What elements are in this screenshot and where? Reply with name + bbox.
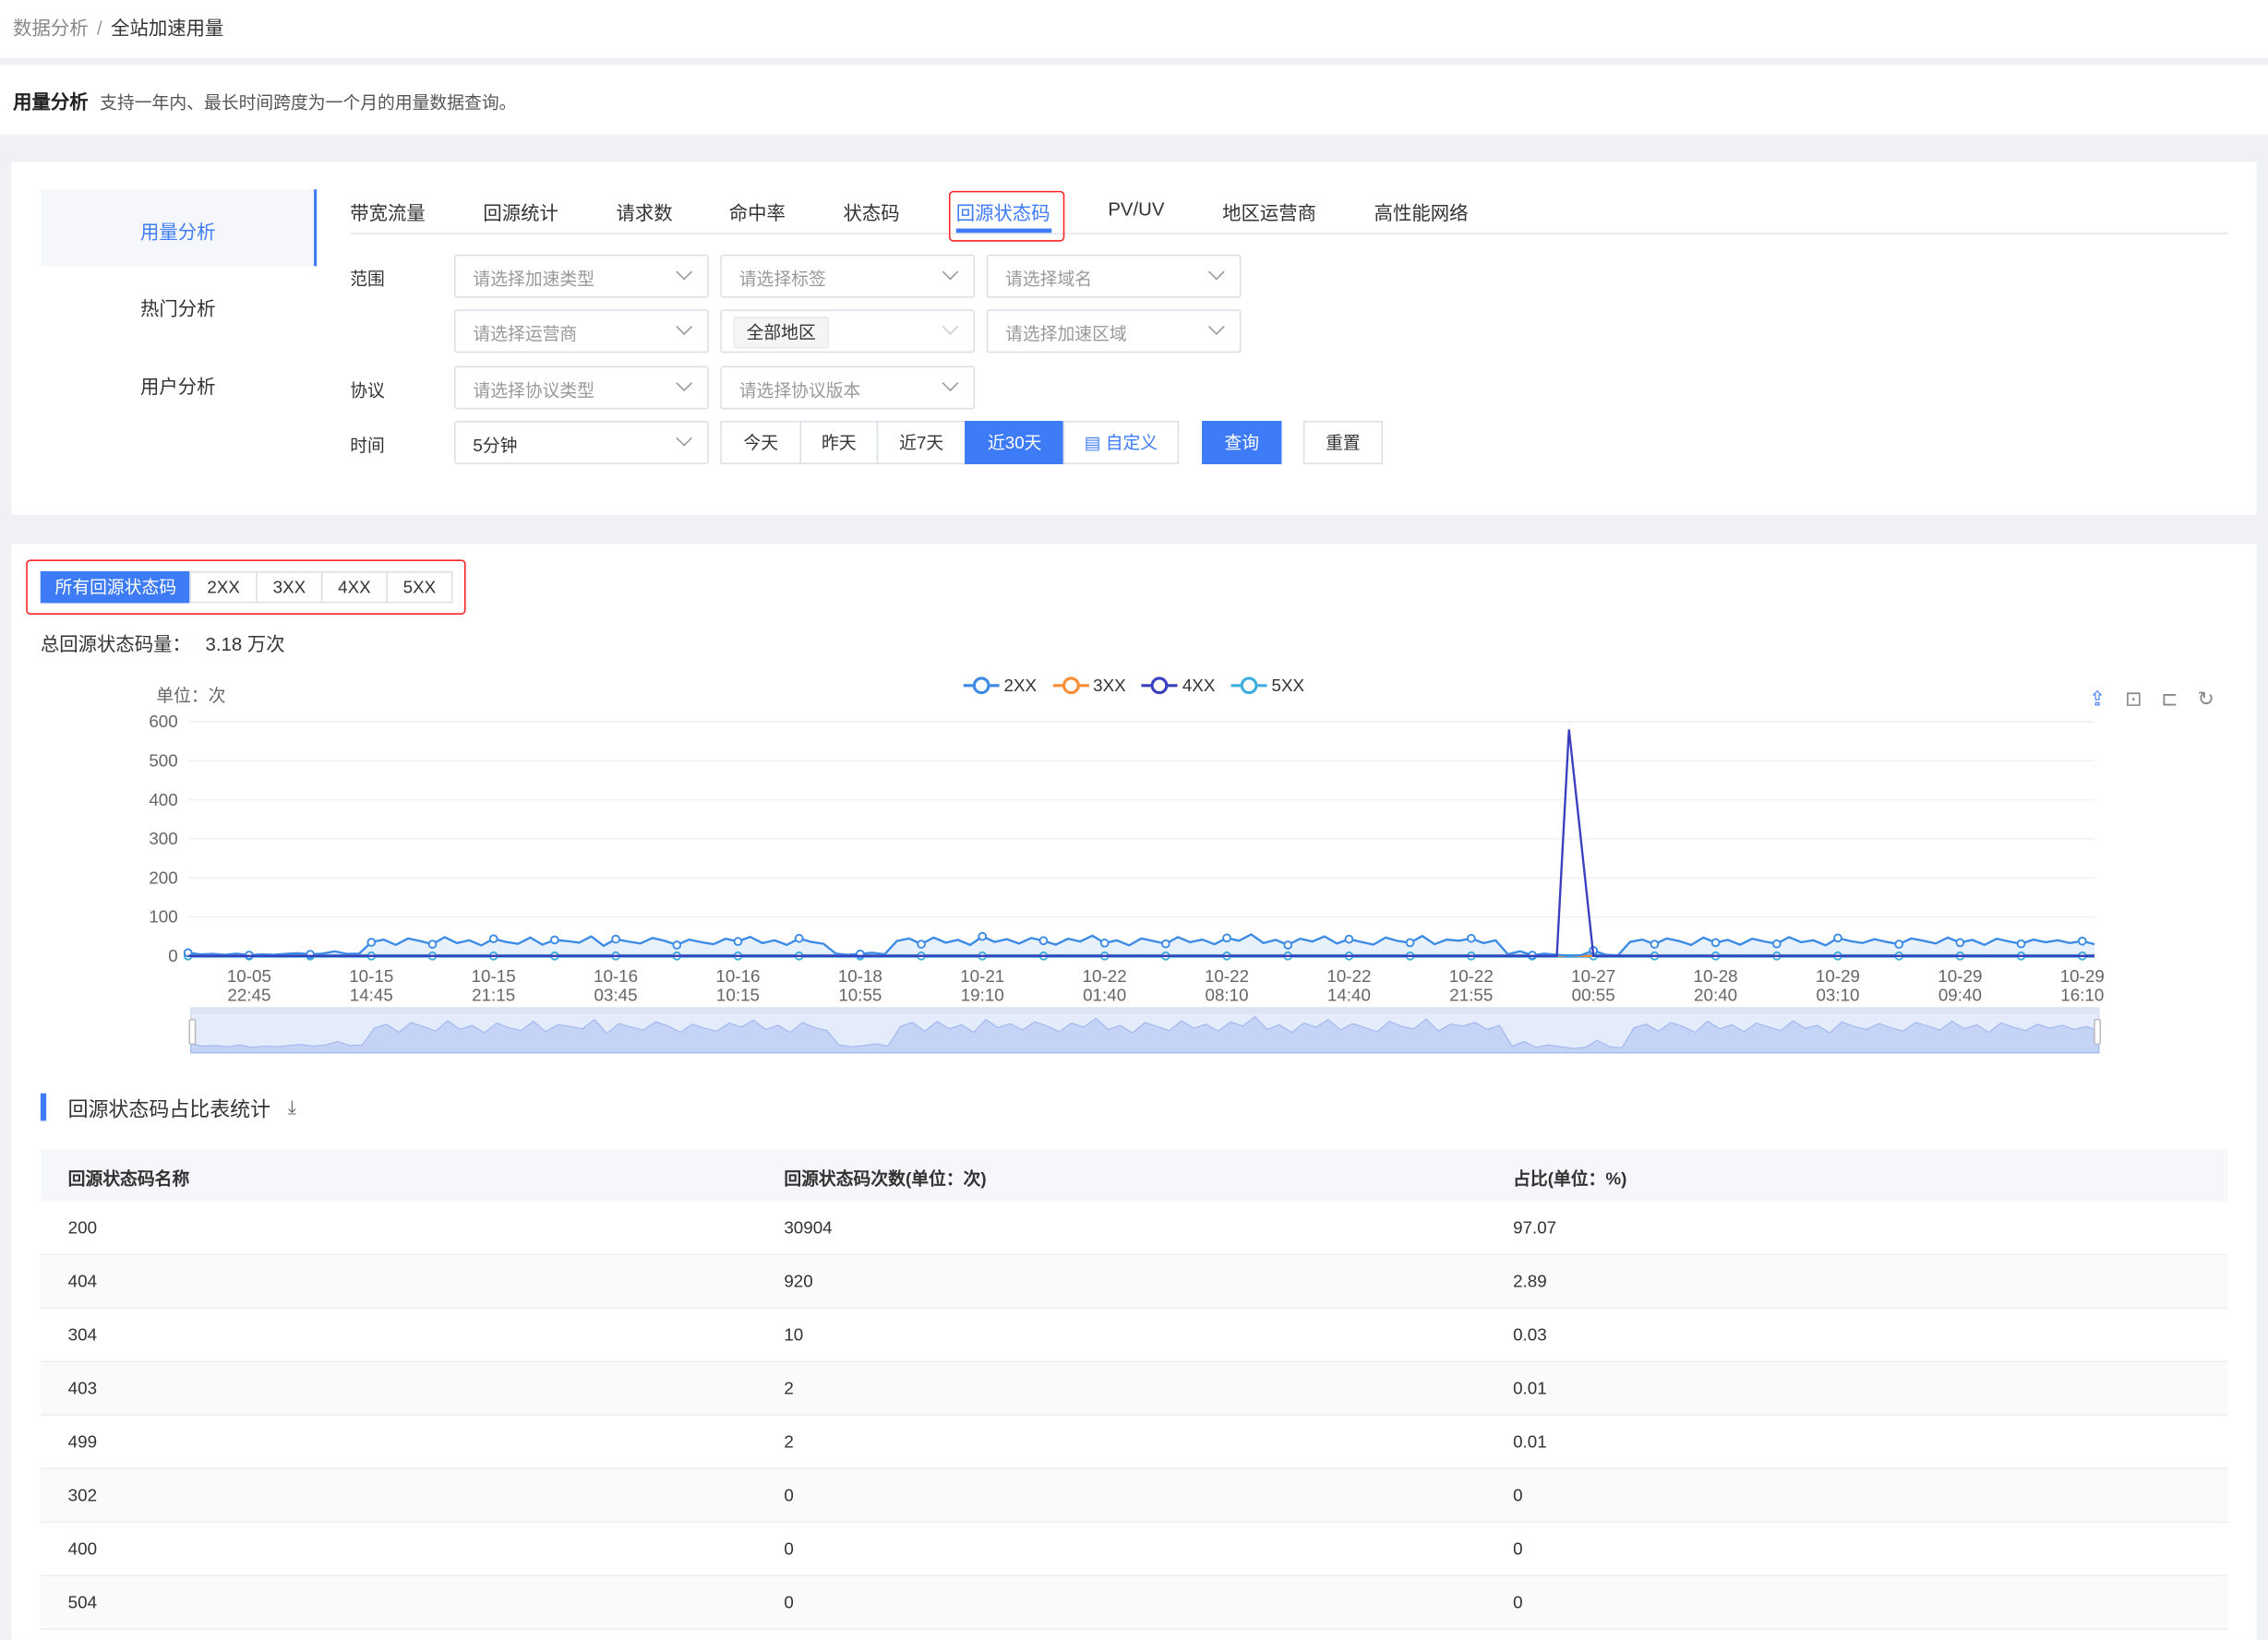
table-cell: 0	[784, 1485, 794, 1506]
data-point-2xx	[2016, 939, 2026, 949]
table-row: 404 920 2.89	[40, 1255, 2228, 1310]
table-row: 304 10 0.03	[40, 1309, 2228, 1363]
table-cell: 0.01	[1513, 1431, 1547, 1453]
table-cell: 302	[67, 1485, 98, 1506]
data-point-2xx	[1650, 940, 1660, 949]
table-row: 400 0 0	[40, 1523, 2228, 1577]
table-row: 403 2 0.01	[40, 1362, 2228, 1417]
table-cell: 404	[67, 1271, 98, 1292]
table-cell: 0	[784, 1592, 794, 1613]
data-point-2xx	[672, 940, 682, 950]
data-point-2xx	[1344, 934, 1354, 944]
table-cell: 2.89	[1513, 1271, 1547, 1292]
data-point-2xx	[917, 940, 926, 949]
data-point-2xx	[1833, 933, 1842, 943]
data-point-2xx	[2077, 936, 2087, 946]
line-chart	[183, 721, 2102, 1054]
table-cell: 2	[784, 1431, 794, 1453]
table-cell: 30904	[784, 1217, 833, 1239]
data-point-2xx	[1038, 936, 1049, 946]
data-point-2xx	[1222, 933, 1231, 943]
download-icon[interactable]: ⤓	[288, 1096, 296, 1119]
table-title: 回源状态码占比表统计	[67, 1097, 271, 1121]
table-cell: 97.07	[1513, 1217, 1557, 1239]
table-cell: 200	[67, 1217, 98, 1239]
series-line-4xx	[187, 729, 2095, 957]
table-row: 200 30904 97.07	[40, 1202, 2228, 1256]
data-point-2xx	[611, 934, 620, 944]
table-row: 504 0 0	[40, 1576, 2228, 1631]
datazoom-handle-bar	[190, 1008, 2099, 1014]
page: 数据分析 / 全站加速用量 用量分析 支持一年内、最长时间跨度为一个月的用量数据查询。…	[0, 0, 2268, 1640]
data-point-2xx	[1894, 940, 1904, 949]
table-cell: 920	[784, 1271, 813, 1292]
table-cell: 499	[67, 1431, 98, 1453]
datazoom-right-handle	[2094, 1018, 2102, 1046]
table-cell: 400	[67, 1538, 98, 1560]
table-cell: 0.03	[1513, 1324, 1547, 1346]
data-point-2xx	[1283, 940, 1293, 950]
column-header: 回源状态码次数(单位：次)	[784, 1168, 987, 1190]
column-header: 回源状态码名称	[67, 1168, 190, 1190]
data-point-2xx	[1405, 938, 1415, 948]
table-row: 499 2 0.01	[40, 1416, 2228, 1470]
table-cell: 10	[784, 1324, 804, 1346]
table-cell: 0	[784, 1538, 794, 1560]
data-point-2xx	[488, 934, 498, 944]
table-cell: 0	[1513, 1538, 1523, 1560]
table-cell: 0.01	[1513, 1378, 1547, 1399]
column-header: 占比(单位：%)	[1513, 1168, 1627, 1190]
data-point-2xx	[794, 933, 804, 943]
data-point-2xx	[366, 938, 377, 947]
data-point-2xx	[1099, 938, 1110, 948]
table-header: 回源状态码名称 回源状态码次数(单位：次) 占比(单位：%)	[40, 1149, 2228, 1203]
table-row: 302 0 0	[40, 1469, 2228, 1524]
data-point-2xx	[1710, 938, 1721, 948]
table-cell: 0	[1513, 1592, 1523, 1613]
data-point-2xx	[1771, 939, 1782, 949]
table-cell: 504	[67, 1592, 98, 1613]
datazoom-left-handle	[188, 1018, 197, 1046]
data-point-2xx	[1466, 933, 1476, 943]
table-cell: 403	[67, 1378, 98, 1399]
table-cell: 304	[67, 1324, 98, 1346]
data-point-2xx	[1160, 939, 1170, 949]
section-accent-bar	[40, 1093, 47, 1121]
table-cell: 2	[784, 1378, 794, 1399]
table-cell: 0	[1513, 1485, 1523, 1506]
data-point-2xx	[733, 937, 743, 946]
data-point-2xx	[427, 940, 438, 949]
data-point-2xx	[550, 935, 559, 945]
data-point-2xx	[978, 931, 988, 941]
data-point-2xx	[1955, 938, 1965, 948]
